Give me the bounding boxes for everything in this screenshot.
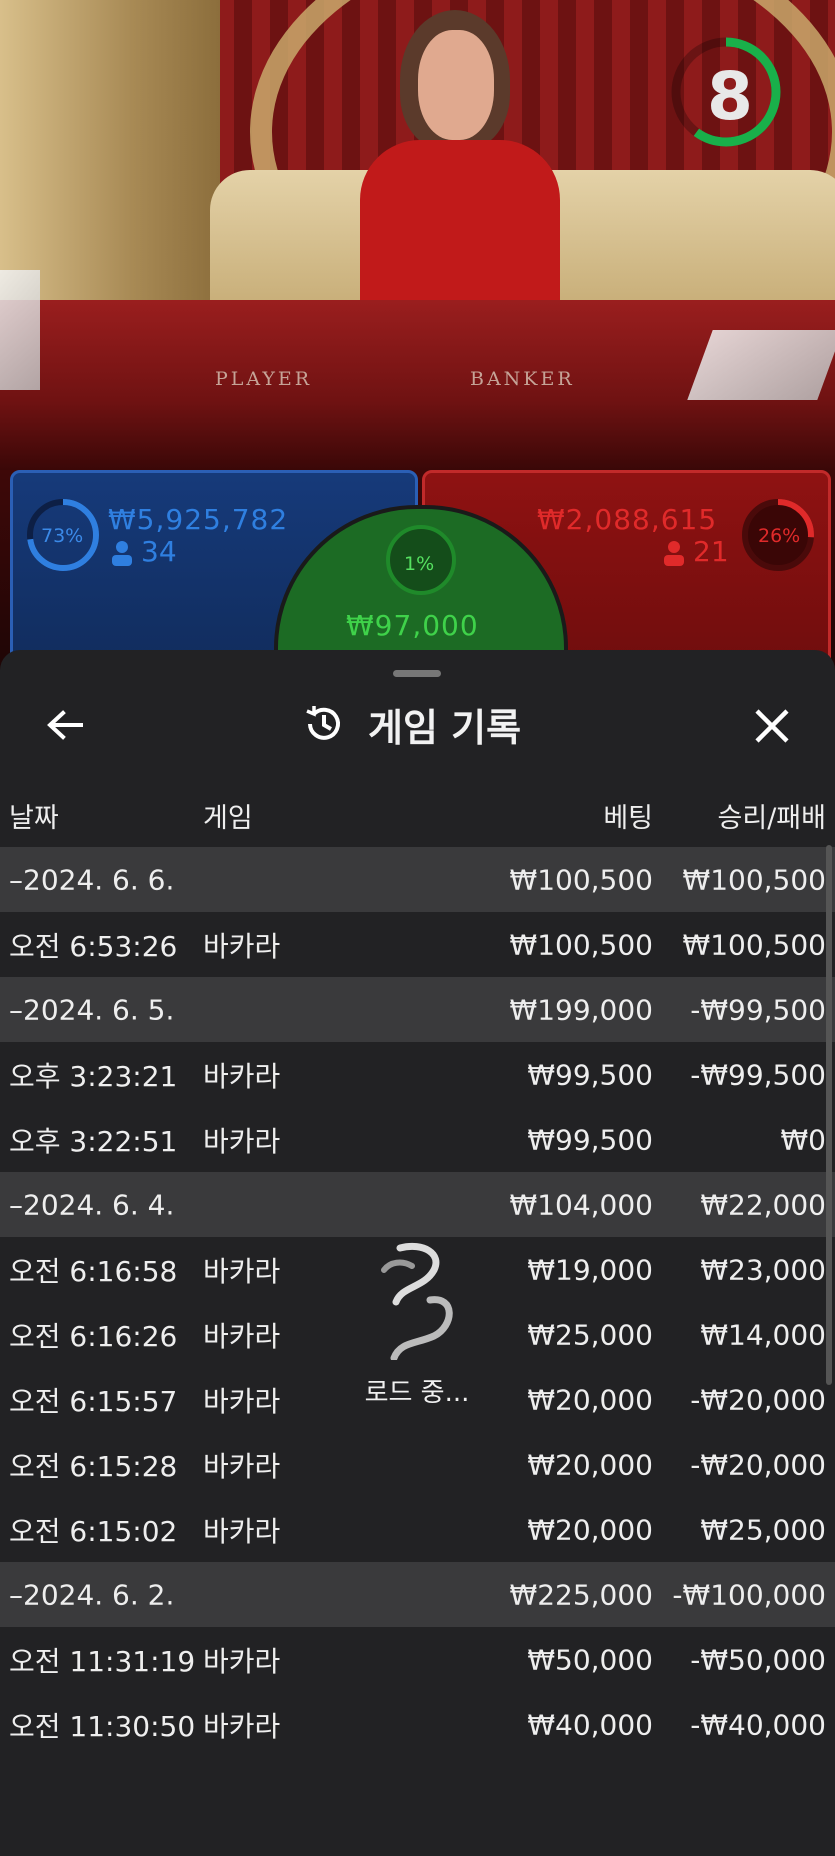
game-name: 바카라 bbox=[203, 929, 281, 963]
group-result-total: ₩22,000 bbox=[700, 1188, 826, 1221]
game-time: 오전 6:15:57 bbox=[9, 1384, 178, 1418]
history-column-headers: 날짜 게임 베팅 승리/패배 bbox=[0, 796, 835, 834]
game-result: ₩25,000 bbox=[700, 1513, 826, 1546]
game-bet: ₩100,500 bbox=[509, 928, 653, 961]
game-bet: ₩20,000 bbox=[527, 1448, 653, 1481]
game-row[interactable]: 오후 3:22:51 바카라 ₩99,500 ₩0 bbox=[0, 1107, 835, 1172]
game-row[interactable]: 오전 6:53:26 바카라 ₩100,500 ₩100,500 bbox=[0, 912, 835, 977]
game-name: 바카라 bbox=[203, 1124, 281, 1158]
game-result: -₩20,000 bbox=[690, 1383, 826, 1416]
game-row[interactable]: 오전 6:15:02 바카라 ₩20,000 ₩25,000 bbox=[0, 1497, 835, 1562]
game-name: 바카라 bbox=[203, 1709, 281, 1743]
game-name: 바카라 bbox=[203, 1254, 281, 1288]
card-stack bbox=[0, 270, 40, 390]
game-time: 오후 3:22:51 bbox=[9, 1124, 178, 1158]
player-bet-amount: ₩5,925,782 bbox=[108, 503, 289, 536]
banker-percent: 26% bbox=[758, 525, 801, 547]
bottom-fade-overlay bbox=[0, 1760, 835, 1856]
game-time: 오전 6:16:26 bbox=[9, 1319, 178, 1353]
game-row[interactable]: 오전 6:15:28 바카라 ₩20,000 -₩20,000 bbox=[0, 1432, 835, 1497]
history-scrollbar[interactable] bbox=[826, 845, 832, 1385]
column-header-result: 승리/패배 bbox=[717, 803, 826, 834]
sheet-drag-handle[interactable] bbox=[393, 670, 441, 677]
game-bet: ₩99,500 bbox=[527, 1123, 653, 1156]
game-time: 오전 6:15:02 bbox=[9, 1514, 178, 1548]
dealer-face bbox=[418, 30, 494, 140]
date-group-row[interactable]: –2024. 6. 4. ₩104,000 ₩22,000 bbox=[0, 1172, 835, 1237]
column-header-game: 게임 bbox=[203, 803, 253, 834]
game-row[interactable]: 오후 3:23:21 바카라 ₩99,500 -₩99,500 bbox=[0, 1042, 835, 1107]
group-result-total: ₩100,500 bbox=[682, 863, 826, 896]
date-group-row[interactable]: –2024. 6. 6. ₩100,500 ₩100,500 bbox=[0, 847, 835, 912]
player-percent: 73% bbox=[41, 525, 84, 547]
countdown-number: 8 bbox=[707, 57, 753, 135]
game-name: 바카라 bbox=[203, 1449, 281, 1483]
date-group-row[interactable]: –2024. 6. 5. ₩199,000 -₩99,500 bbox=[0, 977, 835, 1042]
loading-spinner-icon bbox=[381, 1243, 453, 1362]
table-label-banker: BANKER bbox=[470, 368, 575, 390]
game-time: 오전 6:15:28 bbox=[9, 1449, 178, 1483]
group-bet-total: ₩104,000 bbox=[509, 1188, 653, 1221]
column-header-bet: 베팅 bbox=[603, 803, 653, 834]
game-bet: ₩25,000 bbox=[527, 1318, 653, 1351]
game-name: 바카라 bbox=[203, 1384, 281, 1418]
group-bet-total: ₩199,000 bbox=[509, 993, 653, 1026]
game-time: 오후 3:23:21 bbox=[9, 1059, 178, 1093]
game-result: -₩40,000 bbox=[690, 1708, 826, 1741]
group-date: –2024. 6. 6. bbox=[9, 863, 175, 896]
table-label-player: PLAYER bbox=[215, 368, 313, 390]
date-group-row[interactable]: –2024. 6. 2. ₩225,000 -₩100,000 bbox=[0, 1562, 835, 1627]
game-result: ₩100,500 bbox=[682, 928, 826, 961]
banker-bettor-count: 21 bbox=[693, 535, 729, 568]
game-name: 바카라 bbox=[203, 1319, 281, 1353]
group-date: –2024. 6. 2. bbox=[9, 1578, 175, 1611]
game-time: 오전 11:31:19 bbox=[9, 1644, 196, 1678]
group-bet-total: ₩225,000 bbox=[509, 1578, 653, 1611]
game-name: 바카라 bbox=[203, 1514, 281, 1548]
game-name: 바카라 bbox=[203, 1059, 281, 1093]
banker-user-icon bbox=[664, 541, 684, 566]
card-shoe bbox=[687, 330, 835, 400]
close-icon bbox=[755, 709, 789, 743]
game-bet: ₩20,000 bbox=[527, 1513, 653, 1546]
loading-indicator: 로드 중... bbox=[337, 1240, 497, 1408]
group-date: –2024. 6. 4. bbox=[9, 1188, 175, 1221]
player-user-icon bbox=[112, 541, 132, 566]
game-result: ₩23,000 bbox=[700, 1253, 826, 1286]
game-history-sheet: 게임 기록 날짜 게임 베팅 승리/패배 –2024. 6. 6. ₩100,5… bbox=[0, 650, 835, 1856]
game-bet: ₩99,500 bbox=[527, 1058, 653, 1091]
game-time: 오전 6:53:26 bbox=[9, 929, 178, 963]
game-time: 오전 11:30:50 bbox=[9, 1709, 196, 1743]
column-header-date: 날짜 bbox=[9, 803, 59, 834]
group-result-total: -₩100,000 bbox=[672, 1578, 826, 1611]
game-bet: ₩40,000 bbox=[527, 1708, 653, 1741]
game-result: -₩20,000 bbox=[690, 1448, 826, 1481]
game-bet: ₩50,000 bbox=[527, 1643, 653, 1676]
player-bettor-count: 34 bbox=[141, 535, 177, 568]
group-date: –2024. 6. 5. bbox=[9, 993, 175, 1026]
arrow-left-icon bbox=[47, 710, 83, 740]
tie-percent: 1% bbox=[404, 553, 435, 575]
game-result: ₩0 bbox=[780, 1123, 827, 1156]
game-result: -₩99,500 bbox=[690, 1058, 826, 1091]
back-button[interactable] bbox=[40, 700, 90, 750]
game-row[interactable]: 오전 11:31:19 바카라 ₩50,000 -₩50,000 bbox=[0, 1627, 835, 1692]
close-button[interactable] bbox=[746, 700, 798, 752]
group-bet-total: ₩100,500 bbox=[509, 863, 653, 896]
game-row[interactable]: 오전 11:30:50 바카라 ₩40,000 -₩40,000 bbox=[0, 1692, 835, 1757]
loading-text: 로드 중... bbox=[364, 1378, 470, 1408]
game-bet: ₩20,000 bbox=[527, 1383, 653, 1416]
history-icon bbox=[306, 706, 340, 740]
game-time: 오전 6:16:58 bbox=[9, 1254, 178, 1288]
sheet-header: 게임 기록 bbox=[302, 696, 521, 752]
group-result-total: -₩99,500 bbox=[690, 993, 826, 1026]
banker-bet-amount: ₩2,088,615 bbox=[537, 503, 718, 536]
sheet-title: 게임 기록 bbox=[368, 705, 522, 750]
game-result: ₩14,000 bbox=[700, 1318, 826, 1351]
game-name: 바카라 bbox=[203, 1644, 281, 1678]
game-result: -₩50,000 bbox=[690, 1643, 826, 1676]
game-bet: ₩19,000 bbox=[527, 1253, 653, 1286]
tie-bet-amount: ₩97,000 bbox=[346, 609, 479, 642]
